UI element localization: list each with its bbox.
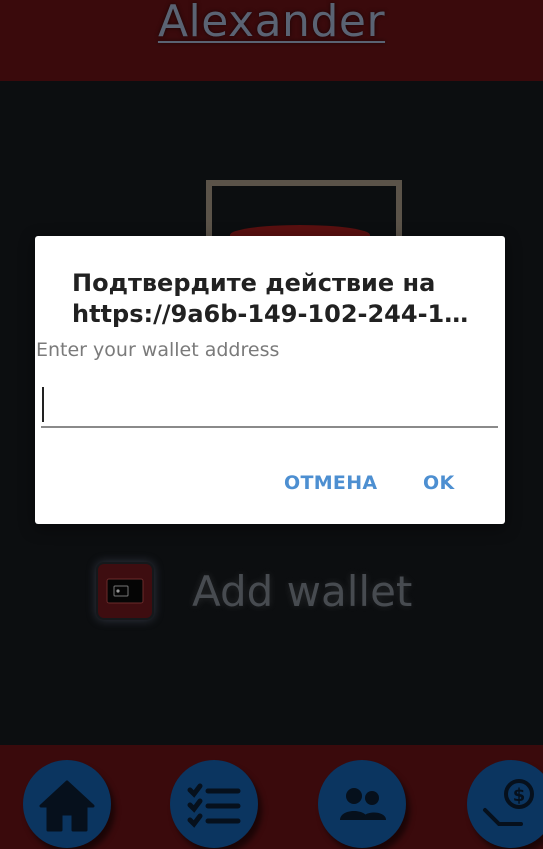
add-wallet-label: Add wallet	[192, 566, 413, 616]
users-icon	[340, 788, 386, 820]
svg-text:$: $	[513, 785, 526, 806]
wallet-icon	[106, 578, 144, 604]
add-wallet-row[interactable]: Add wallet	[96, 560, 412, 622]
confirm-dialog: Подтвердите действие на https://9a6b-149…	[35, 236, 505, 524]
dialog-title: Подтвердите действие на https://9a6b-149…	[72, 268, 482, 330]
username-link[interactable]: Alexander	[0, 0, 543, 47]
dialog-title-url: https://9a6b-149-102-244-100.ngrok-free.…	[72, 300, 482, 328]
nav-home-button[interactable]	[23, 760, 111, 848]
dialog-title-line: Подтвердите действие на	[72, 269, 436, 297]
dialog-message: Enter your wallet address	[36, 339, 280, 361]
home-icon	[39, 780, 95, 832]
money-hand-icon: $	[483, 779, 534, 826]
bottom-nav: $	[0, 745, 543, 849]
nav-tasks-button[interactable]	[170, 760, 258, 848]
text-cursor	[42, 387, 44, 422]
profile-header: Alexander	[0, 0, 543, 81]
cancel-button[interactable]: ОТМЕНА	[284, 466, 377, 500]
add-wallet-button[interactable]	[96, 562, 154, 620]
task-list-icon	[187, 783, 241, 828]
ok-button[interactable]: OK	[423, 466, 454, 500]
nav-referrals-button[interactable]	[318, 760, 406, 848]
nav-earn-button[interactable]: $	[467, 760, 543, 848]
wallet-address-input[interactable]	[41, 380, 498, 428]
